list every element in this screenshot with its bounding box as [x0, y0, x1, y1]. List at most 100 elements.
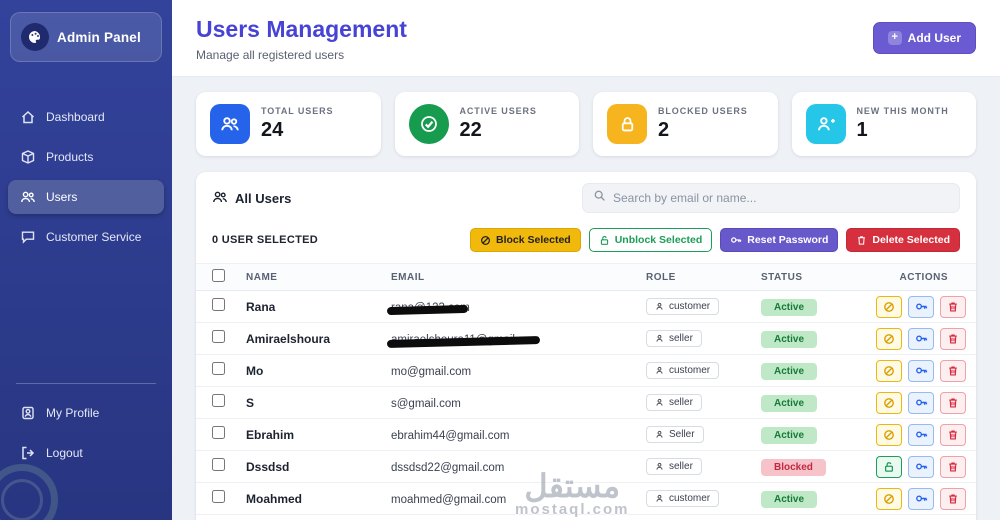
- delete-user-button[interactable]: [940, 359, 966, 382]
- reset-password-label: Reset Password: [747, 234, 829, 246]
- stat-card-active-users: ACTIVE USERS 22: [394, 92, 579, 156]
- stat-card-total-users: TOTAL USERS 24: [196, 92, 381, 156]
- page-subtitle: Manage all registered users: [196, 48, 345, 62]
- new-users-icon: [805, 104, 846, 144]
- sidebar-item-customer-service[interactable]: Customer Service: [8, 220, 164, 254]
- sidebar: Admin Panel Dashboard Products Users Cus…: [0, 0, 172, 520]
- row-checkbox[interactable]: [212, 489, 225, 503]
- role-badge: customer: [646, 489, 720, 507]
- reset-password-button[interactable]: [908, 295, 934, 318]
- row-checkbox[interactable]: [212, 361, 225, 375]
- role-badge: seller: [646, 329, 702, 347]
- user-name: S: [246, 395, 255, 410]
- all-users-icon: [212, 189, 228, 208]
- user-name: Rana: [246, 299, 276, 314]
- reset-password-button[interactable]: [908, 327, 934, 350]
- column-header-name: NAME: [246, 271, 278, 283]
- role-badge: Seller: [646, 425, 704, 443]
- user-email: ebrahim44@gmail.com: [391, 429, 510, 442]
- delete-user-button[interactable]: [940, 455, 966, 478]
- delete-user-button[interactable]: [940, 327, 966, 350]
- user-email: rana@123.com: [391, 301, 470, 314]
- row-checkbox[interactable]: [212, 425, 225, 439]
- status-badge: Active: [761, 491, 818, 508]
- status-badge: Active: [761, 331, 818, 348]
- total-users-icon: [210, 104, 250, 144]
- status-badge: Blocked: [761, 459, 826, 476]
- active-users-icon: [408, 104, 449, 144]
- select-all-checkbox[interactable]: [212, 269, 225, 282]
- blocked-users-icon: [607, 104, 647, 144]
- stat-value: 22: [459, 119, 482, 141]
- sidebar-item-dashboard[interactable]: Dashboard: [8, 100, 164, 134]
- reset-password-button[interactable]: [908, 455, 934, 478]
- status-badge: Active: [761, 363, 818, 380]
- table-row: Dssdsd dssdsd22@gmail.com seller Blocked: [196, 451, 976, 483]
- page-header: Users Management Manage all registered u…: [172, 0, 1000, 77]
- table-header-row: NAME EMAIL ROLE STATUS ACTIONS: [196, 263, 976, 291]
- table-row: Moahmed moahmed@gmail.com customer Activ…: [196, 483, 976, 515]
- column-header-email: EMAIL: [391, 271, 425, 283]
- sidebar-item-label: Customer Service: [46, 230, 142, 244]
- sidebar-item-label: Dashboard: [46, 110, 105, 124]
- delete-selected-button[interactable]: Delete Selected: [846, 228, 960, 252]
- block-user-button[interactable]: [876, 487, 902, 510]
- role-badge: customer: [646, 297, 720, 315]
- block-selected-button[interactable]: Block Selected: [470, 228, 581, 252]
- sidebar-item-users[interactable]: Users: [8, 180, 164, 214]
- users-table-card: All Users 0 USER SELECTED Block Selected…: [196, 172, 976, 520]
- block-user-button[interactable]: [876, 391, 902, 414]
- search-icon: [593, 189, 606, 207]
- block-user-button[interactable]: [876, 327, 902, 350]
- sidebar-nav: Dashboard Products Users Customer Servic…: [0, 94, 172, 260]
- bulk-actions-row: 0 USER SELECTED Block Selected Unblock S…: [196, 222, 976, 263]
- sidebar-item-logout[interactable]: Logout: [8, 436, 164, 470]
- row-checkbox[interactable]: [212, 393, 225, 407]
- add-user-button[interactable]: + Add User: [872, 22, 976, 54]
- stat-card-new-this-month: NEW THIS MONTH 1: [791, 92, 976, 156]
- logo-icon: [21, 23, 49, 51]
- row-checkbox[interactable]: [212, 329, 225, 343]
- reset-password-button[interactable]: [908, 359, 934, 382]
- selected-count: 0 USER SELECTED: [212, 234, 318, 246]
- block-user-button[interactable]: [876, 359, 902, 382]
- user-name: Dssdsd: [246, 459, 290, 474]
- column-header-role: ROLE: [646, 271, 676, 283]
- table-body: Rana rana@123.com customer Active Amirae…: [196, 291, 976, 515]
- role-badge: seller: [646, 457, 702, 475]
- reset-password-button[interactable]: [908, 423, 934, 446]
- add-user-label: Add User: [907, 31, 961, 45]
- table-row: Amiraelshoura amiraelshoura11@gmail.com …: [196, 323, 976, 355]
- unblock-user-button[interactable]: [876, 455, 902, 478]
- table-row: Rana rana@123.com customer Active: [196, 291, 976, 323]
- reset-password-button[interactable]: [908, 391, 934, 414]
- block-user-button[interactable]: [876, 295, 902, 318]
- delete-selected-label: Delete Selected: [872, 234, 950, 246]
- block-user-button[interactable]: [876, 423, 902, 446]
- row-checkbox[interactable]: [212, 297, 225, 311]
- unblock-selected-button[interactable]: Unblock Selected: [588, 228, 713, 252]
- table-row: S s@gmail.com seller Active: [196, 387, 976, 419]
- logout-icon: [20, 445, 36, 461]
- search-box: [582, 183, 960, 213]
- table-card-header: All Users: [196, 172, 976, 222]
- row-checkbox[interactable]: [212, 457, 225, 471]
- user-email: dssdsd22@gmail.com: [391, 461, 505, 474]
- delete-user-button[interactable]: [940, 391, 966, 414]
- delete-user-button[interactable]: [940, 295, 966, 318]
- user-email: moahmed@gmail.com: [391, 493, 507, 506]
- search-input[interactable]: [613, 191, 949, 205]
- sidebar-item-products[interactable]: Products: [8, 140, 164, 174]
- sidebar-footer: My Profile Logout: [0, 373, 172, 520]
- sidebar-item-my-profile[interactable]: My Profile: [8, 396, 164, 430]
- user-name: Mo: [246, 363, 264, 378]
- delete-user-button[interactable]: [940, 423, 966, 446]
- delete-user-button[interactable]: [940, 487, 966, 510]
- main-content: Users Management Manage all registered u…: [172, 0, 1000, 520]
- role-badge: seller: [646, 393, 702, 411]
- reset-password-selected-button[interactable]: Reset Password: [720, 228, 839, 252]
- block-selected-label: Block Selected: [496, 234, 571, 246]
- status-badge: Active: [761, 427, 818, 444]
- user-email: amiraelshoura11@gmail.com: [391, 333, 540, 346]
- reset-password-button[interactable]: [908, 487, 934, 510]
